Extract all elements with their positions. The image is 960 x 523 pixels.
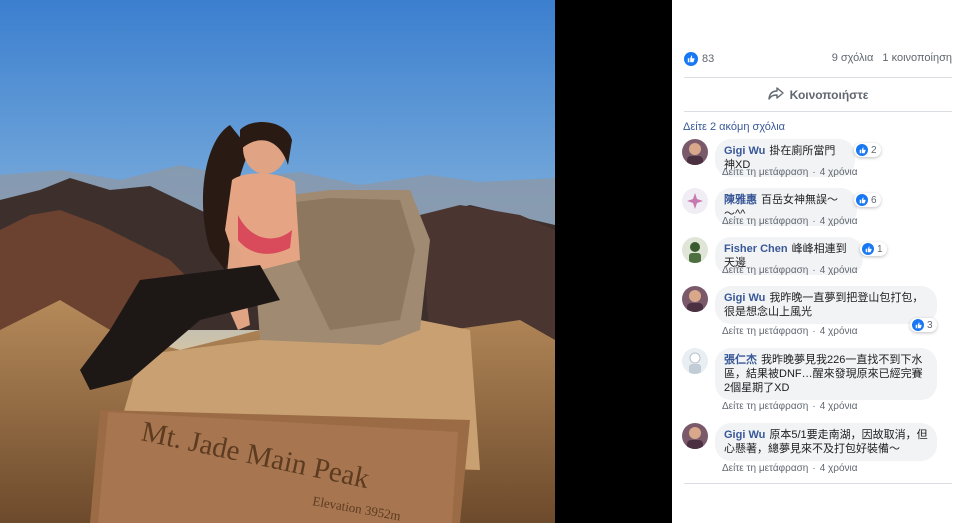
avatar[interactable] [682,423,708,449]
comment-meta: Δείτε τη μετάφραση · 4 χρόνια [722,167,858,178]
comment-author[interactable]: Gigi Wu [724,292,765,304]
translate-link[interactable]: Δείτε τη μετάφραση [722,463,808,474]
avatar[interactable] [682,237,708,263]
reaction-count: 3 [927,319,933,331]
comment: 張仁杰 我昨晚夢見我226一直找不到下水區，結果被DNF…醒來發現原來已經完賽2個… [682,348,952,416]
like-icon [856,144,868,156]
comment: Fisher Chen 峰峰相連到天邊 1 Δείτε τη μετάφραση ·… [682,237,952,279]
comment-time[interactable]: 4 χρόνια [820,167,858,178]
comment-bubble: 張仁杰 我昨晚夢見我226一直找不到下水區，結果被DNF…醒來發現原來已經完賽2個… [715,348,937,400]
share-label: Κοινοποιήστε [789,88,869,102]
comment-reactions[interactable]: 1 [860,242,887,256]
like-count[interactable]: 83 [684,52,714,66]
comment-reactions[interactable]: 2 [854,143,881,157]
comment: Gigi Wu 原本5/1要走南湖，因故取消，但心懸著，總夢見來不及打包好裝備～ … [682,423,952,479]
translate-link[interactable]: Δείτε τη μετάφραση [722,265,808,276]
comment-count-link[interactable]: 9 σχόλια [832,52,874,64]
reaction-count: 2 [871,144,877,156]
comment: Gigi Wu 我昨晚一直夢到把登山包打包，很是想念山上風光 3 Δείτε τη… [682,286,952,342]
like-icon [912,319,924,331]
translate-link[interactable]: Δείτε τη μετάφραση [722,326,808,337]
translate-link[interactable]: Δείτε τη μετάφραση [722,216,808,227]
divider [684,77,952,78]
comment-time[interactable]: 4 χρόνια [820,463,858,474]
comment-meta: Δείτε τη μετάφραση · 4 χρόνια [722,216,858,227]
comment-meta: Δείτε τη μετάφραση · 4 χρόνια [722,326,858,337]
reaction-count: 1 [877,243,883,255]
comment-author[interactable]: 張仁杰 [724,354,757,366]
like-number: 83 [702,53,715,65]
comment: Gigi Wu 掛在廁所當門神XD 2 Δείτε τη μετάφραση · 4 … [682,139,952,181]
comment-reactions[interactable]: 3 [910,318,937,332]
share-count-link[interactable]: 1 κοινοποίηση [882,52,952,64]
comment-author[interactable]: Gigi Wu [724,145,765,157]
like-icon [684,52,698,66]
reaction-count: 6 [871,194,877,206]
share-icon [767,87,784,103]
comments-sidebar: 83 9 σχόλια 1 κοινοποίηση Κοινοποιήστε Δ… [672,0,960,523]
avatar[interactable] [682,139,708,165]
view-more-comments-link[interactable]: Δείτε 2 ακόμη σχόλια [683,121,785,133]
comment-meta: Δείτε τη μετάφραση · 4 χρόνια [722,463,858,474]
like-icon [856,194,868,206]
summit-photo[interactable]: Mt. Jade Main Peak Elevation 3952m [0,0,555,523]
comment: 陳雅惠 百岳女神無誤～～^^ 6 Δείτε τη μετάφραση · 4 χρό… [682,188,952,230]
comment-author[interactable]: 陳雅惠 [724,194,757,206]
photo-viewer: Mt. Jade Main Peak Elevation 3952m [0,0,672,523]
comment-bubble: Gigi Wu 原本5/1要走南湖，因故取消，但心懸著，總夢見來不及打包好裝備～ [715,423,937,461]
comment-bubble: Gigi Wu 我昨晚一直夢到把登山包打包，很是想念山上風光 [715,286,937,324]
avatar[interactable] [682,188,708,214]
translate-link[interactable]: Δείτε τη μετάφραση [722,167,808,178]
comment-author[interactable]: Fisher Chen [724,243,788,255]
avatar[interactable] [682,286,708,312]
comment-time[interactable]: 4 χρόνια [820,326,858,337]
comment-reactions[interactable]: 6 [854,193,881,207]
comment-meta: Δείτε τη μετάφραση · 4 χρόνια [722,401,858,412]
avatar[interactable] [682,348,708,374]
comment-time[interactable]: 4 χρόνια [820,216,858,227]
divider [684,111,952,112]
comment-time[interactable]: 4 χρόνια [820,401,858,412]
comment-time[interactable]: 4 χρόνια [820,265,858,276]
share-button[interactable]: Κοινοποιήστε [684,84,952,106]
comment-meta: Δείτε τη μετάφραση · 4 χρόνια [722,265,858,276]
divider [684,483,952,484]
like-icon [862,243,874,255]
reaction-stats: 83 9 σχόλια 1 κοινοποίηση [684,52,952,70]
comment-author[interactable]: Gigi Wu [724,429,765,441]
translate-link[interactable]: Δείτε τη μετάφραση [722,401,808,412]
